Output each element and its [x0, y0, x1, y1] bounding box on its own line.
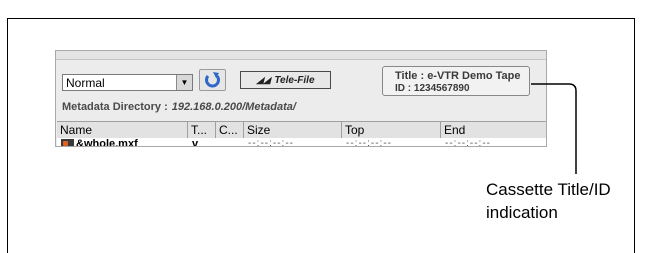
telefile-icon: ◢◢	[256, 75, 271, 85]
metadata-directory-label: Metadata Directory :	[62, 101, 168, 113]
column-header-size[interactable]: Size	[244, 122, 342, 138]
metadata-directory-path: 192.168.0.200/Metadata/	[171, 101, 296, 113]
refresh-icon	[205, 72, 220, 88]
column-header-type[interactable]: T...	[188, 122, 216, 138]
chevron-down-icon[interactable]: ▼	[176, 75, 192, 90]
metadata-directory: Metadata Directory :192.168.0.200/Metada…	[62, 101, 296, 113]
refresh-button[interactable]	[199, 69, 226, 91]
row-end: --:--:--:--	[445, 138, 491, 147]
display-mode-select[interactable]: Normal ▼	[62, 74, 193, 91]
cassette-id: ID : 1234567890	[395, 83, 470, 94]
row-name-cell: &whole.mxf	[61, 138, 138, 147]
column-header-c[interactable]: C...	[216, 122, 244, 138]
file-list-panel: Normal ▼ ◢◢ Tele-File Title : e-VTR Demo …	[55, 50, 547, 147]
column-header-end[interactable]: End	[441, 122, 546, 138]
row-type: v	[192, 138, 199, 147]
cassette-title-id-box: Title : e-VTR Demo Tape ID : 1234567890	[382, 66, 530, 96]
tele-file-label: Tele-File	[274, 75, 315, 86]
column-header-top[interactable]: Top	[342, 122, 441, 138]
callout-annotation: Cassette Title/ID indication	[486, 180, 611, 222]
row-top: --:--:--:--	[346, 138, 392, 147]
tele-file-button[interactable]: ◢◢ Tele-File	[240, 71, 331, 89]
file-list-header: Name T... C... Size Top End	[57, 121, 546, 139]
cassette-title: Title : e-VTR Demo Tape	[395, 70, 521, 82]
mxf-file-icon	[61, 138, 74, 146]
row-size: --:--:--:--	[248, 138, 294, 147]
panel-top-bar	[56, 51, 546, 60]
display-mode-value: Normal	[66, 76, 105, 90]
column-header-name[interactable]: Name	[57, 122, 188, 138]
row-name: &whole.mxf	[76, 138, 138, 147]
table-row[interactable]: &whole.mxf v --:--:--:-- --:--:--:-- --:…	[57, 138, 546, 147]
